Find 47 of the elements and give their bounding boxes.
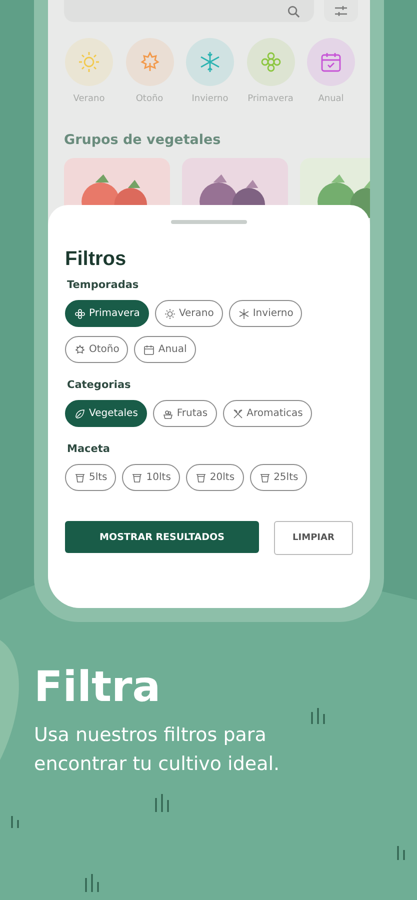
snowflake-icon: [238, 308, 250, 320]
season-label: Verano: [73, 94, 105, 104]
search-icon: [287, 4, 300, 18]
filter-chip[interactable]: 5lts: [65, 464, 116, 491]
pot-icon: [74, 472, 86, 484]
filter-chip[interactable]: Invierno: [228, 300, 302, 327]
sun-icon: [164, 308, 176, 320]
search-field[interactable]: [64, 0, 314, 22]
filter-chip[interactable]: Primavera: [65, 300, 149, 327]
filter-chip[interactable]: Otoño: [65, 336, 128, 363]
season-label: Invierno: [192, 94, 228, 104]
season-button[interactable]: [126, 38, 174, 86]
headline: Filtra: [34, 662, 162, 711]
season-button[interactable]: [65, 38, 113, 86]
filter-chip[interactable]: Vegetales: [65, 400, 147, 427]
section-label: Maceta: [67, 443, 111, 455]
filter-chip[interactable]: Verano: [154, 300, 223, 327]
season-label: Anual: [318, 94, 344, 104]
filter-chip[interactable]: Aromaticas: [222, 400, 312, 427]
flower-icon: [74, 308, 86, 320]
season-button[interactable]: [186, 38, 234, 86]
show-results-button[interactable]: MOSTRAR RESULTADOS: [65, 521, 259, 553]
fruit-basket-icon: [162, 408, 174, 420]
pot-icon: [131, 472, 144, 484]
season-button[interactable]: [246, 38, 294, 86]
filter-chip[interactable]: Frutas: [152, 400, 217, 427]
sliders-icon: [334, 5, 348, 17]
season-button[interactable]: [307, 38, 355, 86]
pot-icon: [258, 472, 271, 484]
sheet-title: Filtros: [65, 248, 128, 271]
calendar-icon: [143, 344, 156, 356]
drag-handle[interactable]: [171, 220, 247, 224]
maple-leaf-icon: [74, 344, 86, 356]
section-label: Temporadas: [67, 279, 140, 291]
section-title: Grupos de vegetales: [64, 132, 222, 148]
filter-chip[interactable]: 25lts: [250, 464, 308, 491]
section-label: Categorias: [67, 379, 132, 391]
description: Usa nuestros filtros para encontrar tu cultivo ideal.: [34, 723, 281, 778]
clear-button[interactable]: LIMPIAR: [274, 521, 353, 555]
pot-icon: [194, 472, 207, 484]
season-label: Primavera: [248, 94, 294, 104]
season-label: Otoño: [136, 94, 164, 104]
filter-chip[interactable]: Anual: [134, 336, 196, 363]
filter-button[interactable]: [324, 0, 358, 22]
crossed-leaves-icon: [232, 408, 244, 420]
filter-chip[interactable]: 20lts: [186, 464, 244, 491]
filter-chip[interactable]: 10lts: [122, 464, 180, 491]
